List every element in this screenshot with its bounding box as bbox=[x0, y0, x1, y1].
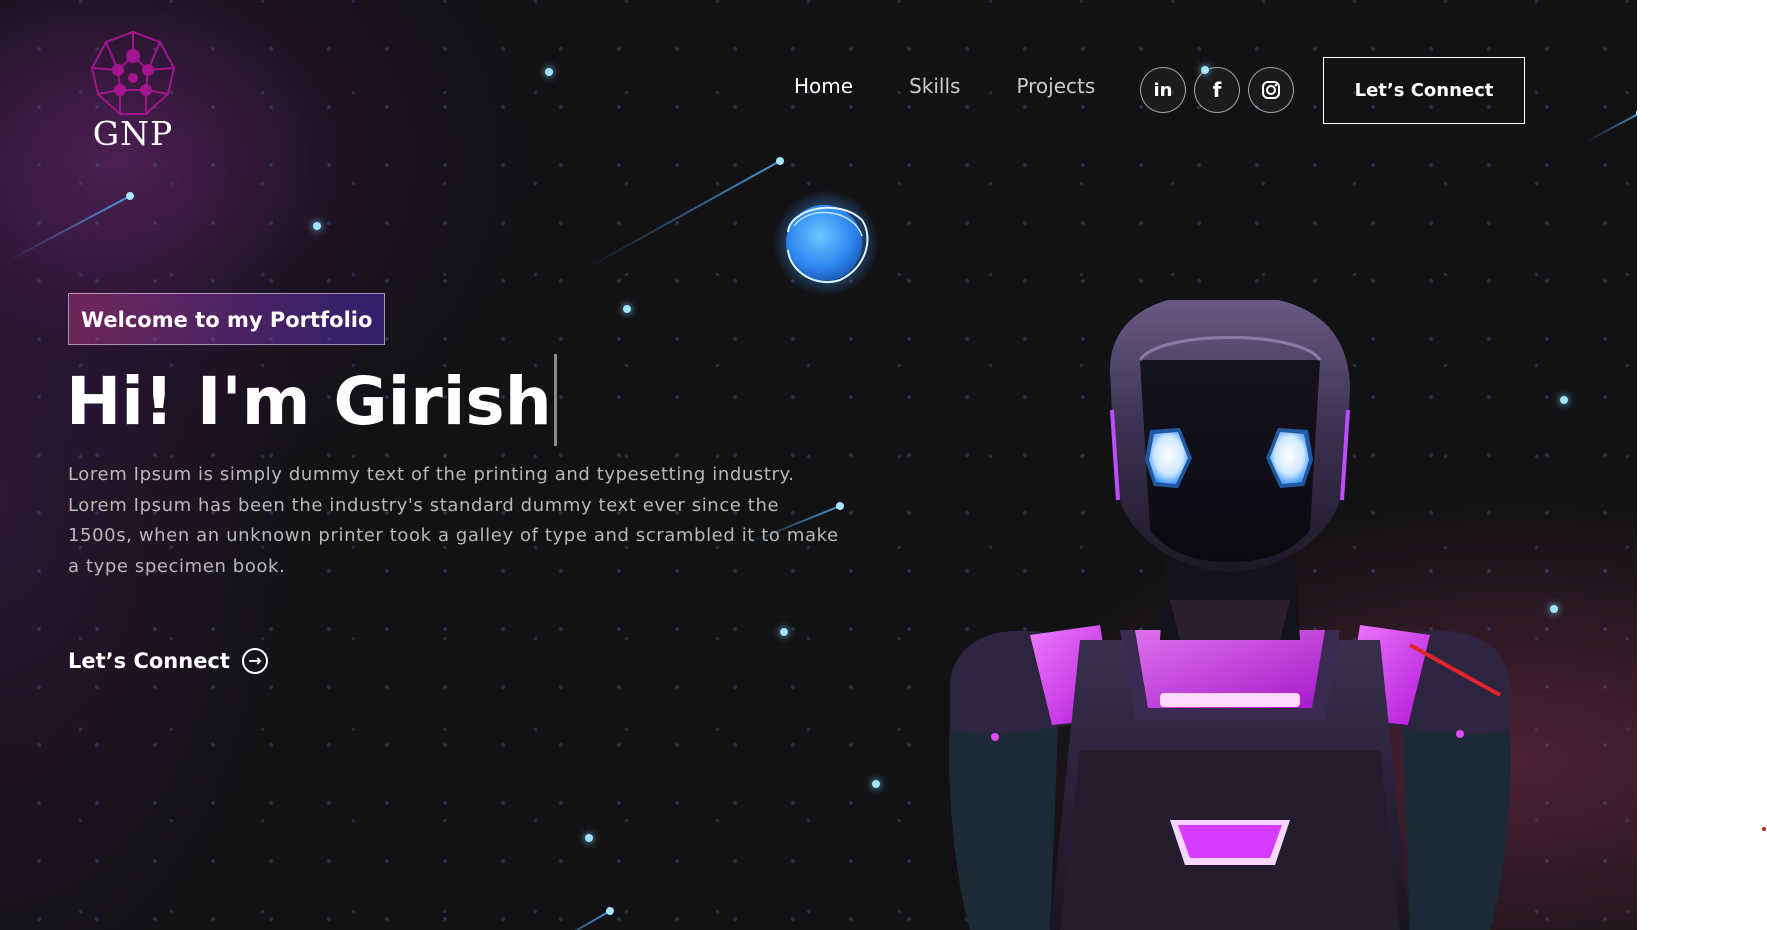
logo-text: GNP bbox=[92, 114, 174, 153]
hero-connect-label: Let’s Connect bbox=[68, 649, 230, 673]
hero-section: GNP Home Skills Projects in f Let’s Conn… bbox=[0, 0, 1637, 930]
star bbox=[1550, 605, 1558, 613]
headline-text: Hi! I'm Girish bbox=[66, 363, 552, 440]
page-title: Hi! I'm Girish bbox=[66, 354, 557, 449]
logo[interactable]: GNP bbox=[88, 30, 178, 154]
planet-illustration bbox=[773, 190, 879, 296]
linkedin-button[interactable]: in bbox=[1140, 67, 1186, 113]
facebook-button[interactable]: f bbox=[1194, 67, 1240, 113]
tagline-badge: Welcome to my Portfolio bbox=[68, 293, 386, 345]
hero-connect-link[interactable]: Let’s Connect → bbox=[68, 648, 268, 674]
facebook-icon: f bbox=[1212, 78, 1222, 102]
star bbox=[313, 222, 321, 230]
star bbox=[872, 780, 880, 788]
main-nav: Home Skills Projects bbox=[794, 74, 1095, 98]
robot-illustration bbox=[949, 300, 1511, 930]
red-dot bbox=[1762, 827, 1766, 831]
nav-link-home[interactable]: Home bbox=[794, 74, 853, 98]
nav-link-projects[interactable]: Projects bbox=[1016, 74, 1095, 98]
logo-emblem-icon bbox=[90, 30, 176, 115]
instagram-button[interactable] bbox=[1248, 67, 1294, 113]
intro-paragraph: Lorem Ipsum is simply dummy text of the … bbox=[68, 464, 839, 577]
star bbox=[780, 628, 788, 636]
social-links: in f bbox=[1140, 67, 1294, 113]
typing-cursor bbox=[553, 354, 557, 446]
star bbox=[545, 68, 553, 76]
nav-connect-button[interactable]: Let’s Connect bbox=[1323, 57, 1525, 124]
nav-link-skills[interactable]: Skills bbox=[909, 74, 960, 98]
linkedin-icon: in bbox=[1153, 79, 1173, 101]
star bbox=[585, 834, 593, 842]
arrow-right-circle-icon: → bbox=[241, 648, 268, 674]
star bbox=[1560, 396, 1568, 404]
instagram-icon bbox=[1262, 81, 1280, 99]
star bbox=[623, 305, 631, 313]
